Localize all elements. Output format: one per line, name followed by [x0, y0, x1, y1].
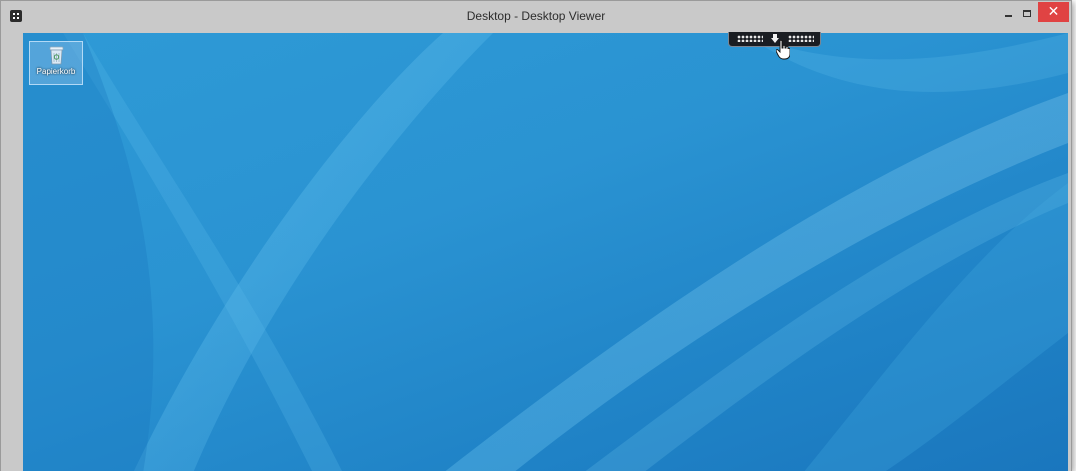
grip-icon[interactable]: [788, 35, 814, 42]
close-button[interactable]: ✕: [1038, 2, 1069, 22]
desktop-icon-recycle-bin[interactable]: Papierkorb: [29, 41, 83, 85]
desktop-viewer-window: Desktop - Desktop Viewer ✕ Papierkorb: [0, 0, 1072, 471]
title-bar[interactable]: Desktop - Desktop Viewer ✕: [1, 1, 1071, 33]
maximize-icon: [1023, 9, 1031, 17]
minimize-button[interactable]: [999, 3, 1017, 23]
recycle-bin-icon: [49, 46, 64, 65]
close-icon: ✕: [1047, 4, 1060, 20]
maximize-button[interactable]: [1018, 3, 1036, 23]
wallpaper: [23, 33, 1068, 471]
connection-bar[interactable]: [728, 32, 821, 47]
grip-icon[interactable]: [737, 35, 763, 42]
window-title: Desktop - Desktop Viewer: [466, 9, 606, 23]
remote-desktop-area[interactable]: Papierkorb: [23, 33, 1068, 471]
hand-cursor-icon: [776, 40, 790, 60]
minimize-icon: [1004, 15, 1012, 17]
desktop-icon-label: Papierkorb: [36, 67, 76, 76]
